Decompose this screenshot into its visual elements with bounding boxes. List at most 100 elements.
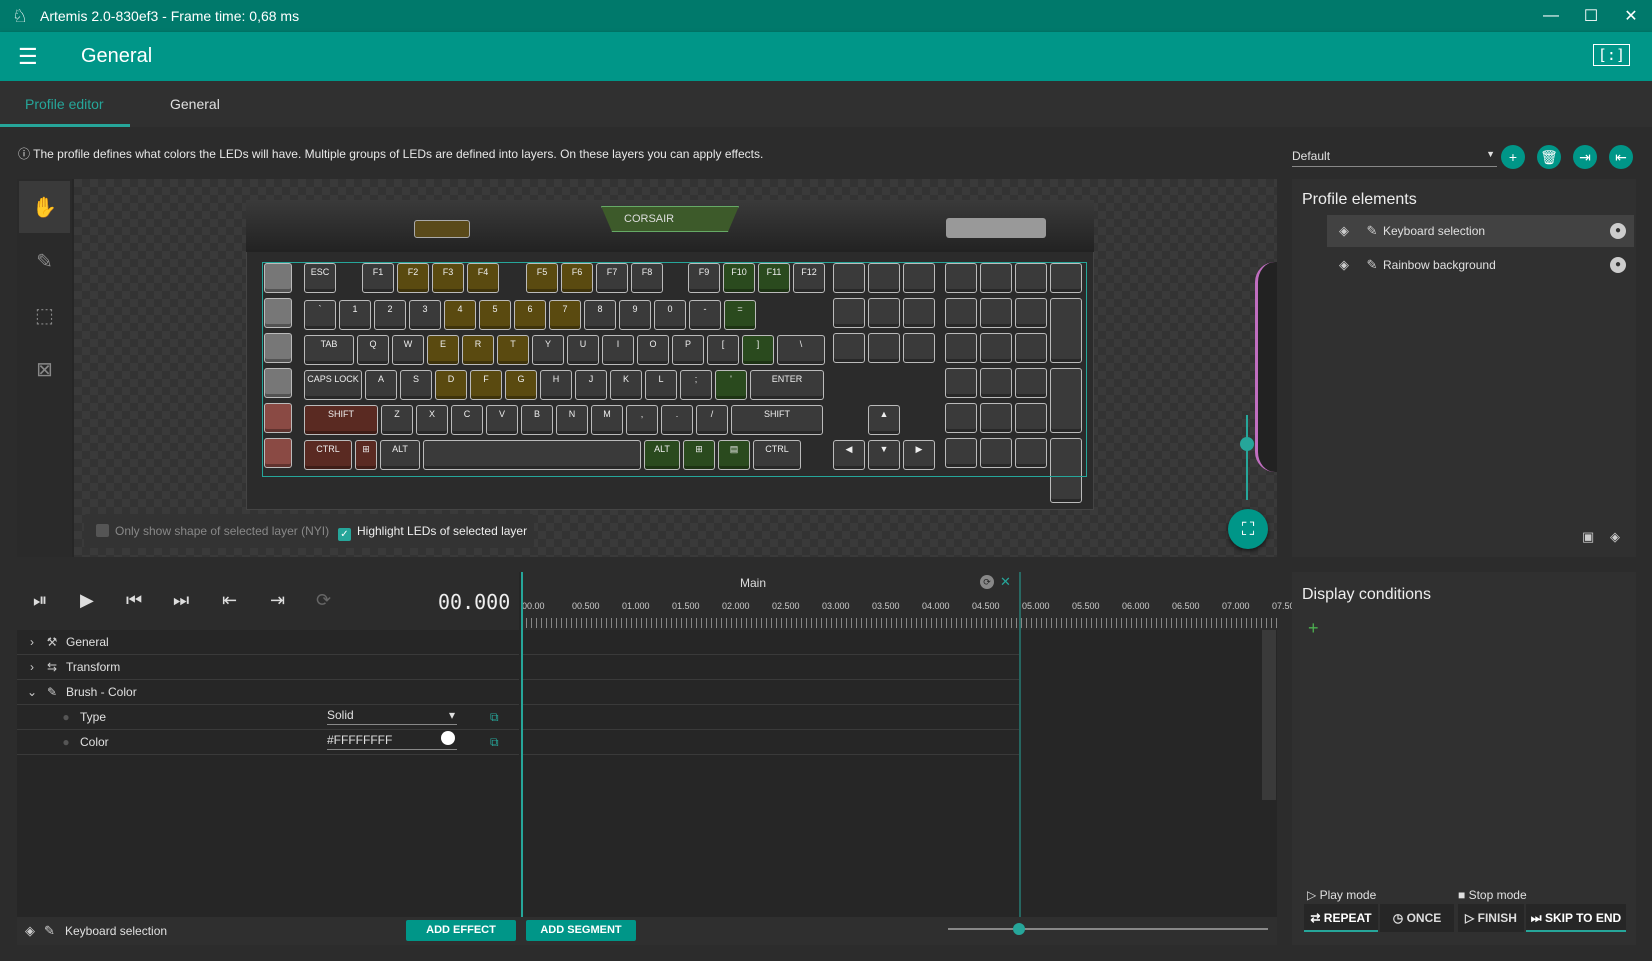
add-folder-icon[interactable]: ▣ — [1582, 529, 1594, 545]
property-icon: ✎ — [46, 685, 58, 699]
color-input[interactable]: #FFFFFFFF — [327, 731, 457, 750]
tab-bar: Profile editor General — [0, 81, 1652, 127]
property-row[interactable]: ⌄ ✎ Brush - Color — [17, 680, 519, 705]
add-effect-button[interactable]: ADD EFFECT — [406, 920, 516, 941]
ruler-tick-label: 01.000 — [622, 601, 650, 611]
once-mode-button[interactable]: ◷ ONCE — [1380, 904, 1454, 932]
add-condition-icon[interactable]: + — [1308, 618, 1319, 639]
skip-forward-icon[interactable]: ⏭ — [173, 590, 189, 611]
skip-to-end-mode-button[interactable]: ⏭ SKIP TO END — [1526, 904, 1626, 932]
layer-selection-outline — [262, 262, 1087, 477]
property-label: Transform — [66, 660, 121, 674]
add-profile-button[interactable]: + — [1501, 145, 1525, 169]
play-icon[interactable]: ▶ — [80, 590, 94, 611]
property-row[interactable]: › ⇆ Transform — [17, 655, 519, 680]
info-text: ⓘ The profile defines what colors the LE… — [18, 147, 764, 161]
expand-chevron-icon[interactable]: › — [21, 660, 43, 674]
close-icon[interactable]: ✕ — [1611, 0, 1651, 32]
timeline-scrollbar[interactable] — [1262, 630, 1276, 800]
minimize-icon[interactable]: — — [1531, 0, 1571, 32]
option-shape-checkbox[interactable]: Only show shape of selected layer (NYI) — [96, 524, 329, 538]
segment-repeat-icon[interactable]: ⟳ — [980, 575, 994, 589]
brush-icon: ✎ — [44, 923, 55, 938]
import-profile-button[interactable]: ⇤ — [1609, 145, 1633, 169]
layer-icon: ◈ — [25, 923, 35, 938]
ruler-tick-label: 00.00 — [522, 601, 545, 611]
ruler-tick-label: 02.500 — [772, 601, 800, 611]
timeline-caret[interactable] — [521, 572, 523, 917]
skip-back-icon[interactable]: ⏮ — [126, 590, 142, 611]
timeline-track-row[interactable] — [521, 655, 1019, 680]
fit-to-screen-button[interactable]: ⛶ — [1228, 509, 1268, 549]
delete-profile-button[interactable]: 🗑 — [1537, 145, 1561, 169]
remove-selection-tool-icon[interactable]: ⊠ — [19, 343, 70, 395]
maximize-icon[interactable]: ☐ — [1571, 0, 1611, 32]
property-row[interactable]: › ⚒ General — [17, 630, 519, 655]
go-to-start-icon[interactable]: ⇤ — [222, 590, 237, 611]
window-title: Artemis 2.0-830ef3 - Frame time: 0,68 ms — [40, 8, 300, 24]
ruler-tick-label: 03.000 — [822, 601, 850, 611]
add-layer-icon[interactable]: ◈ — [1610, 529, 1620, 545]
ruler-tick-label: 05.500 — [1072, 601, 1100, 611]
ruler-minor-ticks — [521, 618, 1277, 628]
visibility-eye-icon[interactable]: ● — [1610, 223, 1626, 239]
add-segment-button[interactable]: ADD SEGMENT — [526, 920, 636, 941]
debugger-icon[interactable]: [:] — [1592, 44, 1630, 66]
profile-select[interactable]: Default ▼ — [1292, 145, 1497, 167]
property-icon: ● — [62, 735, 70, 749]
timeline-track-row[interactable] — [521, 680, 1019, 705]
property-row[interactable]: ● Type Solid ▾ ⧉ — [17, 705, 519, 730]
timeline-zoom-track — [948, 928, 1268, 930]
app-bar: ☰ General [:] — [0, 32, 1652, 81]
timeline-track-row[interactable] — [521, 630, 1019, 655]
pan-tool-icon[interactable]: ✋ — [19, 181, 70, 233]
go-to-end-icon[interactable]: ⇥ — [270, 590, 285, 611]
repeat-mode-button[interactable]: ⇄ REPEAT — [1304, 904, 1378, 932]
link-property-icon[interactable]: ⧉ — [490, 735, 499, 750]
ruler-tick-label: 00.500 — [572, 601, 600, 611]
dropdown-arrow-icon: ▼ — [1486, 149, 1495, 159]
artemis-logo-icon: ♘ — [11, 5, 29, 26]
play-from-start-icon[interactable]: ⏯ — [33, 590, 47, 611]
segment-label: Main — [740, 576, 767, 590]
profile-element-item[interactable]: ◈ ✎ Rainbow background ● — [1327, 249, 1634, 281]
selection-tool-icon[interactable]: ⬚ — [19, 289, 70, 341]
tab-profile-editor[interactable]: Profile editor — [25, 96, 104, 112]
option-highlight-checkbox[interactable]: ✓ Highlight LEDs of selected layer — [338, 524, 527, 541]
remove-segment-icon[interactable]: ✕ — [1000, 574, 1011, 590]
link-property-icon[interactable]: ⧉ — [490, 710, 499, 725]
timeline-footer: ◈ ✎ Keyboard selection — [17, 917, 1277, 945]
brand-logo: CORSAIR — [624, 213, 675, 225]
export-profile-button[interactable]: ⇥ — [1573, 145, 1597, 169]
volume-wheel — [946, 218, 1046, 238]
info-icon: ⓘ — [18, 147, 31, 161]
visibility-eye-icon[interactable]: ● — [1610, 257, 1626, 273]
profile-element-item[interactable]: ◈ ✎ Keyboard selection ● — [1327, 215, 1634, 247]
expand-chevron-icon[interactable]: ⌄ — [21, 685, 43, 699]
tab-general[interactable]: General — [170, 96, 220, 112]
timecode: 00.000 — [438, 590, 511, 614]
mouse-device — [1255, 262, 1277, 472]
finish-mode-button[interactable]: ▷ FINISH — [1458, 904, 1524, 932]
repeat-icon[interactable]: ⟳ — [316, 590, 331, 611]
timeline-track-row[interactable] — [521, 705, 1019, 730]
timeline-zoom-knob[interactable] — [1013, 923, 1025, 935]
layer-icon: ◈ — [1339, 257, 1349, 272]
ruler-tick-label: 06.500 — [1172, 601, 1200, 611]
property-label: Type — [80, 710, 107, 724]
zoom-slider-track — [1246, 415, 1248, 500]
dropdown-arrow-icon[interactable]: ▾ — [449, 708, 455, 722]
type-select[interactable]: Solid ▾ — [327, 708, 457, 725]
check-icon: ✓ — [338, 528, 351, 541]
ruler-tick-label: 05.000 — [1022, 601, 1050, 611]
timeline-track-row[interactable] — [521, 730, 1019, 755]
property-row[interactable]: ● Color #FFFFFFFF ⧉ — [17, 730, 519, 755]
hamburger-menu-icon[interactable]: ☰ — [18, 44, 38, 70]
segment-end-marker[interactable] — [1019, 572, 1021, 917]
expand-chevron-icon[interactable]: › — [21, 635, 43, 649]
property-label: General — [66, 635, 109, 649]
edit-tool-icon[interactable]: ✎ — [19, 235, 70, 287]
zoom-slider-knob[interactable] — [1240, 437, 1254, 451]
ruler-tick-label: 02.000 — [722, 601, 750, 611]
color-swatch[interactable] — [441, 731, 455, 745]
